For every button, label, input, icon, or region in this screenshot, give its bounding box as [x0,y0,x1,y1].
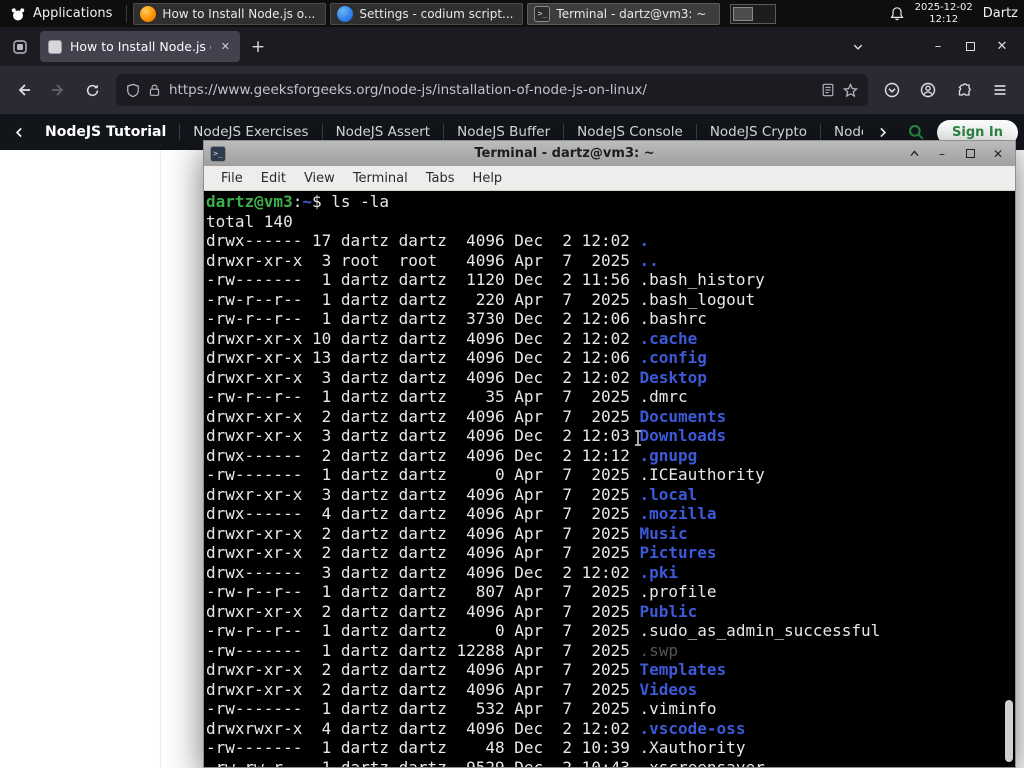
terminal-scrollbar[interactable] [1003,191,1015,767]
desktop-panel: Applications How to Install Node.js o...… [0,0,1024,27]
workspace-switcher[interactable] [730,3,777,24]
tab-title: How to Install Node.js on... [70,39,211,54]
workspace-window-preview [733,6,754,21]
panel-status-area: 2025-12-02 12:12 Dartz [889,2,1024,26]
site-nav-item[interactable]: NodeJS Assert [323,124,445,140]
nav-scroll-left-chevron-icon[interactable] [6,126,32,139]
maximize-icon [965,42,975,51]
bookmark-star-icon[interactable] [843,82,858,98]
taskbar-window-title: How to Install Node.js o... [162,6,316,21]
maximize-icon [965,149,975,158]
browser-maximize-button[interactable] [954,33,986,61]
page-sidebar-divider [160,150,161,768]
site-nav-item[interactable]: NodeJS Buffer [444,124,565,140]
applications-label: Applications [33,6,113,21]
panel-clock[interactable]: 2025-12-02 12:12 [915,2,973,26]
menu-hamburger-icon[interactable] [984,74,1016,106]
notification-bell-icon[interactable] [889,6,905,22]
taskbar-window-title: Settings - codium script... [359,6,514,21]
panel-separator [126,4,128,23]
site-nav-item[interactable]: NodeJS Crypto [697,124,821,140]
terminal-maximize-button[interactable] [959,149,981,158]
reload-button[interactable] [76,74,108,106]
site-nav-item[interactable]: NodeJS Console [564,124,697,140]
terminal-titlebar[interactable]: >_ Terminal - dartz@vm3: ~ – ✕ [204,141,1015,166]
back-button[interactable] [8,74,40,106]
terminal-text: dartz@vm3:~$ ls -la total 140 drwx------… [206,192,881,767]
tab-favicon [48,39,62,54]
terminal-icon: >_ [534,5,551,22]
terminal-menu-tabs[interactable]: Tabs [417,169,464,188]
taskbar-window-codium[interactable]: Settings - codium script... [330,2,524,25]
user-label: Dartz [982,6,1018,21]
site-nav-item[interactable]: NodeJS Tutorial [32,124,181,140]
new-tab-button[interactable]: + [244,33,272,61]
codium-icon [337,5,354,22]
applications-menu-button[interactable]: Applications [0,0,122,27]
terminal-titlebar-icon: >_ [210,145,226,162]
taskbar-window-firefox[interactable]: How to Install Node.js o... [133,2,327,25]
list-all-tabs-chevron-icon[interactable] [842,33,874,61]
terminal-body[interactable]: dartz@vm3:~$ ls -la total 140 drwx------… [204,191,1015,767]
terminal-shade-button[interactable] [903,148,925,159]
padlock-icon[interactable] [148,83,161,97]
taskbar-window-title: Terminal - dartz@vm3: ~ [556,6,707,21]
terminal-menu-edit[interactable]: Edit [252,169,295,188]
browser-minimize-button[interactable]: – [922,33,954,61]
terminal-scrollbar-thumb[interactable] [1005,700,1013,762]
clock-date: 2025-12-02 [914,1,973,13]
browser-toolbar: https://www.geeksforgeeks.org/node-js/in… [0,66,1024,114]
nav-scroll-right-chevron-icon[interactable] [869,126,895,139]
terminal-close-button[interactable]: ✕ [987,147,1009,161]
address-bar[interactable]: https://www.geeksforgeeks.org/node-js/in… [116,74,868,106]
terminal-window-title: Terminal - dartz@vm3: ~ [474,146,655,161]
site-search-icon[interactable] [907,123,925,141]
taskbar-window-terminal[interactable]: >_ Terminal - dartz@vm3: ~ [527,2,721,25]
terminal-minimize-button[interactable]: – [931,147,953,161]
terminal-menu-file[interactable]: File [212,169,252,188]
tracking-protection-shield-icon[interactable] [126,83,140,98]
firefox-icon [140,5,157,22]
terminal-menu-terminal[interactable]: Terminal [344,169,417,188]
terminal-window: >_ Terminal - dartz@vm3: ~ – ✕ File Edit V… [203,140,1016,768]
browser-tab[interactable]: How to Install Node.js on... ✕ [40,31,240,62]
account-icon[interactable] [912,74,944,106]
mouse-ibeam-cursor [633,429,643,451]
extensions-puzzle-icon[interactable] [948,74,980,106]
site-nav-item[interactable]: NodeJS Exercises [180,124,323,140]
url-text[interactable]: https://www.geeksforgeeks.org/node-js/in… [169,82,813,98]
browser-close-button[interactable]: ✕ [986,33,1018,61]
toolbar-right-icons [876,74,1016,106]
site-nav-items: NodeJS Tutorial NodeJS Exercises NodeJS As… [32,124,863,140]
forward-button[interactable] [42,74,74,106]
terminal-menu-help[interactable]: Help [464,169,512,188]
terminal-menu-view[interactable]: View [295,169,344,188]
tab-close-icon[interactable]: ✕ [219,40,232,53]
clock-time: 12:12 [929,13,959,25]
terminal-menubar: File Edit View Terminal Tabs Help [204,166,1015,191]
applications-icon [10,6,26,22]
site-nav-item[interactable]: NodeJS DNS [821,124,863,140]
reader-mode-icon[interactable] [821,83,835,97]
tab-bar: How to Install Node.js on... ✕ + – ✕ [0,27,1024,66]
firefox-view-icon[interactable] [6,33,34,61]
pocket-icon[interactable] [876,74,908,106]
